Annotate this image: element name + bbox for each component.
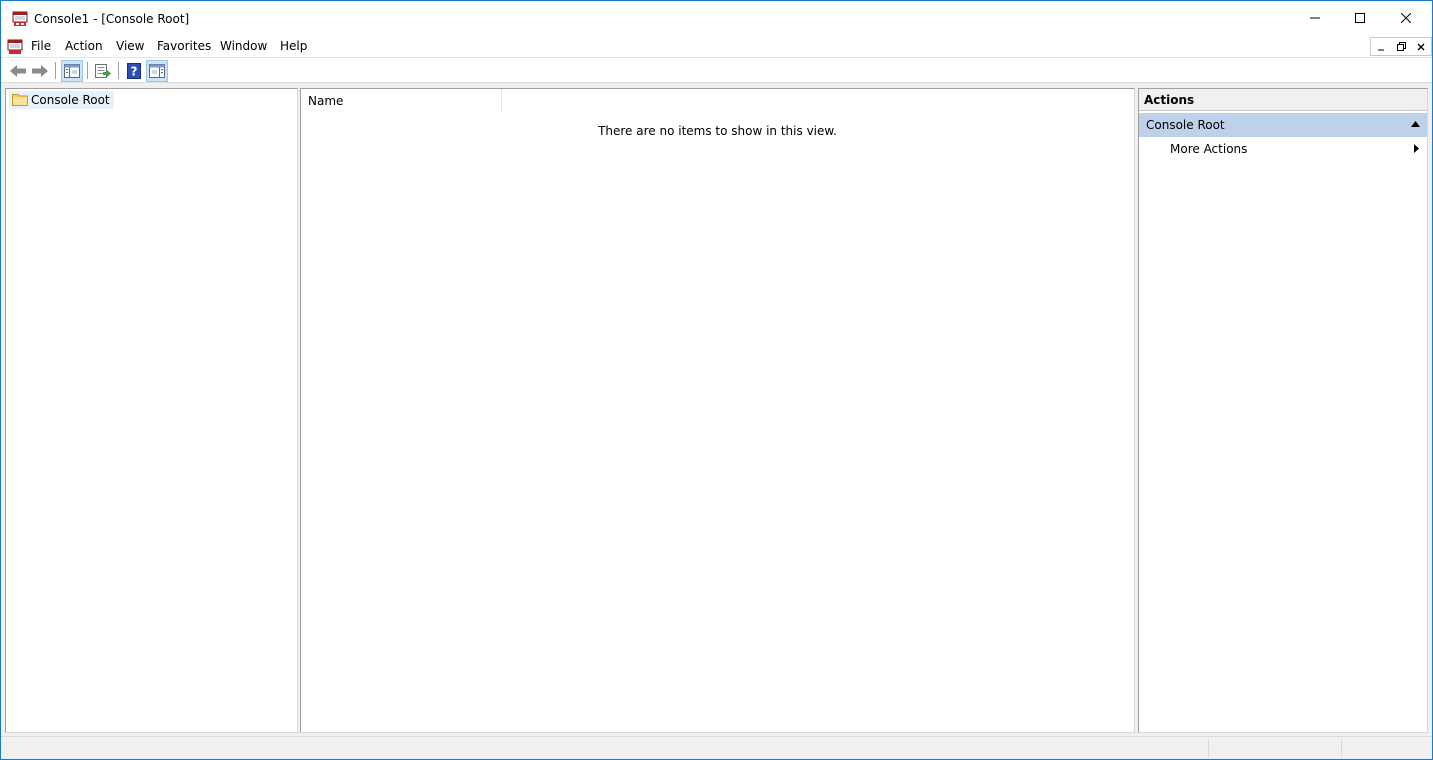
show-hide-action-pane-icon (149, 64, 165, 78)
toolbar: ? (1, 58, 1432, 83)
export-list-button[interactable] (92, 60, 114, 82)
mmc-console-icon[interactable] (12, 11, 28, 27)
mdi-minimize-icon (1378, 49, 1384, 50)
back-button[interactable] (7, 60, 29, 82)
close-button[interactable] (1383, 1, 1429, 35)
minimize-button[interactable] (1292, 1, 1338, 35)
menu-favorites[interactable]: Favorites (157, 39, 211, 53)
forward-button[interactable] (29, 60, 51, 82)
status-bar-segment (1208, 739, 1341, 758)
menu-action[interactable]: Action (65, 39, 103, 53)
result-pane[interactable]: Name There are no items to show in this … (300, 88, 1135, 733)
action-label: More Actions (1170, 142, 1248, 156)
forward-arrow-icon (32, 65, 48, 77)
menu-view[interactable]: View (116, 39, 144, 53)
folder-icon (12, 93, 28, 106)
system-menu-icon[interactable] (7, 39, 23, 55)
help-button[interactable]: ? (123, 60, 145, 82)
actions-pane: Actions Console Root More Actions (1138, 88, 1428, 733)
toolbar-separator (118, 62, 119, 79)
show-hide-console-tree-icon (64, 64, 80, 78)
action-more-actions[interactable]: More Actions (1139, 138, 1427, 160)
show-hide-action-pane-button[interactable] (146, 60, 168, 82)
empty-view-message: There are no items to show in this view. (598, 124, 837, 138)
menu-bar: File Action View Favorites Window Help (1, 35, 1432, 58)
column-header-name[interactable]: Name (301, 89, 502, 113)
tree-item-label: Console Root (31, 93, 110, 107)
collapse-up-icon[interactable] (1411, 121, 1420, 127)
export-list-icon (95, 64, 111, 78)
mdi-close-icon (1417, 43, 1425, 50)
console-tree-pane[interactable]: Console Root (5, 88, 298, 733)
show-hide-console-tree-button[interactable] (61, 60, 83, 82)
maximize-icon (1355, 13, 1365, 23)
mmc-window: Console1 - [Console Root] File Action Vi… (0, 0, 1433, 760)
menu-help[interactable]: Help (280, 39, 307, 53)
status-bar-segment (1341, 739, 1429, 758)
svg-text:?: ? (131, 65, 138, 79)
help-icon: ? (127, 63, 141, 79)
window-title: Console1 - [Console Root] (34, 12, 190, 26)
title-bar[interactable]: Console1 - [Console Root] (1, 1, 1432, 35)
status-bar (1, 736, 1432, 759)
mdi-close-button[interactable] (1411, 38, 1431, 55)
minimize-icon (1310, 17, 1320, 19)
actions-pane-title: Actions (1139, 89, 1427, 111)
tree-item-console-root[interactable]: Console Root (9, 91, 114, 109)
close-icon (1401, 13, 1411, 23)
toolbar-separator (55, 62, 56, 79)
mdi-minimize-button[interactable] (1371, 38, 1391, 55)
menu-file[interactable]: File (31, 39, 51, 53)
mdi-restore-button[interactable] (1391, 38, 1411, 55)
toolbar-separator (87, 62, 88, 79)
maximize-button[interactable] (1337, 1, 1383, 35)
mdi-restore-icon (1396, 42, 1406, 51)
submenu-arrow-icon (1414, 144, 1419, 153)
actions-section-title: Console Root (1146, 118, 1225, 132)
back-arrow-icon (10, 65, 26, 77)
mdi-controls (1370, 37, 1432, 56)
actions-section-console-root[interactable]: Console Root (1139, 113, 1427, 137)
menu-window[interactable]: Window (220, 39, 267, 53)
